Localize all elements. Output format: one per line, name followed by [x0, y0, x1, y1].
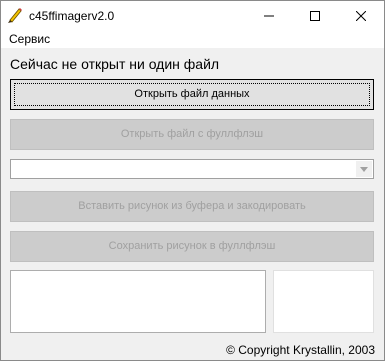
menu-item-service[interactable]: Сервис [9, 32, 50, 46]
image-preview-panel [273, 270, 374, 333]
minimize-button[interactable] [246, 1, 292, 31]
info-text-area[interactable] [10, 270, 266, 333]
file-status-text: Сейчас не открыт ни один файл [10, 56, 220, 72]
copyright-text: © Copyright Krystallin, 2003 [226, 343, 375, 357]
save-to-fullflash-button[interactable]: Сохранить рисунок в фуллфлэш [10, 231, 374, 262]
window-title: c45ffimagerv2.0 [29, 9, 115, 23]
chevron-down-icon [360, 166, 368, 172]
paste-encode-button[interactable]: Вставить рисунок из буфера и закодироват… [10, 191, 374, 222]
pencil-icon [8, 8, 22, 23]
minimize-icon [264, 15, 274, 17]
menu-bar: Сервис [1, 31, 384, 48]
open-data-file-button[interactable]: Открыть файл данных [10, 79, 374, 110]
open-fullflash-button[interactable]: Открыть файл с фуллфлэш [10, 119, 374, 150]
maximize-button[interactable] [292, 1, 338, 31]
image-select-combobox[interactable] [10, 159, 374, 179]
title-bar[interactable]: c45ffimagerv2.0 [1, 1, 384, 31]
close-button[interactable] [338, 1, 384, 31]
close-icon [356, 11, 366, 21]
app-window: c45ffimagerv2.0 Сервис Сейчас не открыт … [0, 0, 385, 361]
combo-dropdown-button[interactable] [356, 161, 372, 177]
maximize-icon [310, 11, 320, 21]
